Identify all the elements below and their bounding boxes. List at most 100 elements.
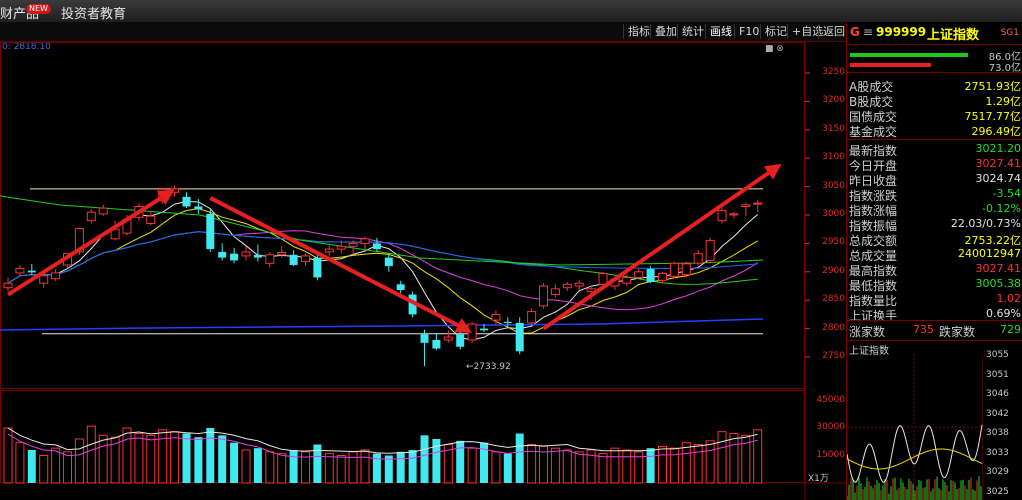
detail-value: 2753.22亿 xyxy=(964,234,1022,247)
separator xyxy=(847,340,1022,341)
candle-body xyxy=(562,283,572,289)
rise-label: 涨家数 xyxy=(849,325,886,339)
turnover-value: 1.29亿 xyxy=(985,95,1022,108)
volume-bar xyxy=(241,449,251,484)
price-panel-frame xyxy=(0,42,805,389)
candle-body xyxy=(753,202,763,205)
detail-row: 总成交额 2753.22亿 xyxy=(847,232,1022,248)
quote-panel: G ≡ 999999 上证指数 SG1 86.0亿 73.0亿 A股成交 2751… xyxy=(846,22,1022,500)
volume-bar xyxy=(122,427,132,484)
volume-bar xyxy=(503,453,512,483)
volume-bar xyxy=(265,451,275,484)
strength-bars: 86.0亿 73.0亿 xyxy=(847,46,1022,74)
toolbar-draw-line-button[interactable]: 画线 xyxy=(705,24,736,39)
candle-body xyxy=(432,339,441,349)
turnover-row: 基金成交 296.49亿 xyxy=(847,123,1022,139)
candle-body xyxy=(622,276,632,284)
down-strength-value: 73.0亿 xyxy=(988,63,1021,74)
up-strength-bar xyxy=(850,53,968,57)
down-strength-bar xyxy=(850,63,932,67)
detail-value: 3005.38 xyxy=(975,277,1022,290)
menu-icon[interactable]: ≡ xyxy=(863,25,873,39)
detail-row: 最低指数 3005.38 xyxy=(847,277,1022,293)
new-badge: NEW xyxy=(26,4,51,14)
detail-row: 今日开盘 3027.41 xyxy=(847,157,1022,173)
volume-bar xyxy=(182,433,191,483)
volume-bar xyxy=(206,428,215,483)
volume-bar xyxy=(158,429,168,484)
candle-body xyxy=(705,240,715,261)
volume-bar xyxy=(622,449,632,484)
candle-body xyxy=(681,263,691,276)
candle-body xyxy=(86,211,96,222)
volume-bar xyxy=(717,431,727,484)
top-menu-bar: 财产品 NEW 投资者教育 xyxy=(0,0,1022,23)
detail-row: 总成交量 240012947 xyxy=(847,247,1022,263)
candle-body xyxy=(646,268,655,283)
intraday-mini-chart[interactable] xyxy=(847,354,983,500)
index-code: 999999 xyxy=(876,25,927,39)
candle-body xyxy=(289,254,298,265)
menu-item-products[interactable]: 财产品 NEW xyxy=(0,3,51,22)
toolbar-back-button[interactable]: 返回 xyxy=(818,24,849,39)
candle-body xyxy=(574,282,584,287)
detail-value: 3024.74 xyxy=(975,172,1022,185)
candle-body xyxy=(51,272,61,280)
detail-row: 最高指数 3027.41 xyxy=(847,262,1022,278)
volume-bar xyxy=(63,451,72,484)
separator xyxy=(847,320,1022,321)
candle-body xyxy=(146,215,156,225)
toolbar-stats-button[interactable]: 统计 xyxy=(677,24,708,39)
candle-body xyxy=(313,257,322,278)
detail-row: 最新指数 3021.20 xyxy=(847,142,1022,158)
detail-value: -3.54 xyxy=(992,187,1021,200)
volume-bar xyxy=(86,425,96,484)
chart-toolbar: 指标 叠加 统计 画线 F10 标记 +自选 返回 xyxy=(0,22,846,42)
volume-bar xyxy=(598,453,608,484)
candle-body xyxy=(277,251,287,256)
candle-body xyxy=(15,267,25,274)
detail-value: 22.03/0.73% xyxy=(950,217,1021,230)
kline-chart[interactable] xyxy=(0,42,846,500)
candle-body xyxy=(27,270,36,273)
index-name: 上证指数 xyxy=(927,28,980,43)
detail-value: 1.02 xyxy=(996,292,1022,305)
detail-value: 0.69% xyxy=(986,307,1021,320)
candle-body xyxy=(372,243,381,250)
volume-bar xyxy=(324,453,334,484)
price-tick-label: 3100 xyxy=(822,152,845,163)
turnover-label: 基金成交 xyxy=(849,125,898,139)
volume-bar xyxy=(646,448,655,483)
volume-bar xyxy=(729,433,739,484)
turnover-row: A股成交 2751.93亿 xyxy=(847,78,1022,94)
candle-body xyxy=(598,273,608,285)
detail-row: 指数振幅 22.03/0.73% xyxy=(847,217,1022,233)
volume-bar xyxy=(39,455,49,484)
price-tick-label: 3150 xyxy=(822,123,845,134)
toolbar-f10-button[interactable]: F10 xyxy=(734,24,763,39)
volume-bar xyxy=(693,444,703,484)
volume-bar xyxy=(658,445,667,484)
turnover-value: 296.49亿 xyxy=(971,125,1022,138)
price-tick-label: 2950 xyxy=(822,237,845,248)
candle-body xyxy=(301,255,310,263)
price-tick-label: 3250 xyxy=(822,67,845,77)
candle-body xyxy=(586,288,596,293)
volume-bar xyxy=(753,429,763,484)
separator xyxy=(847,139,1022,140)
mini-axis-label: 3033 xyxy=(986,447,1009,458)
menu-item-investor-education[interactable]: 投资者教育 xyxy=(61,3,126,22)
candle-body xyxy=(658,273,667,281)
turnover-value: 2751.93亿 xyxy=(964,80,1022,93)
volume-bars xyxy=(3,425,763,484)
candle-body xyxy=(3,282,13,289)
price-tick-label: 2800 xyxy=(822,322,845,333)
volume-bar xyxy=(134,433,144,484)
candle-body xyxy=(669,262,679,277)
volume-bar xyxy=(467,447,477,484)
market-flag: G xyxy=(850,25,860,39)
candle-body xyxy=(539,285,548,307)
candle-body xyxy=(420,334,429,343)
turnover-value: 7517.77亿 xyxy=(964,110,1022,123)
turnover-row: 国债成交 7517.77亿 xyxy=(847,108,1022,124)
